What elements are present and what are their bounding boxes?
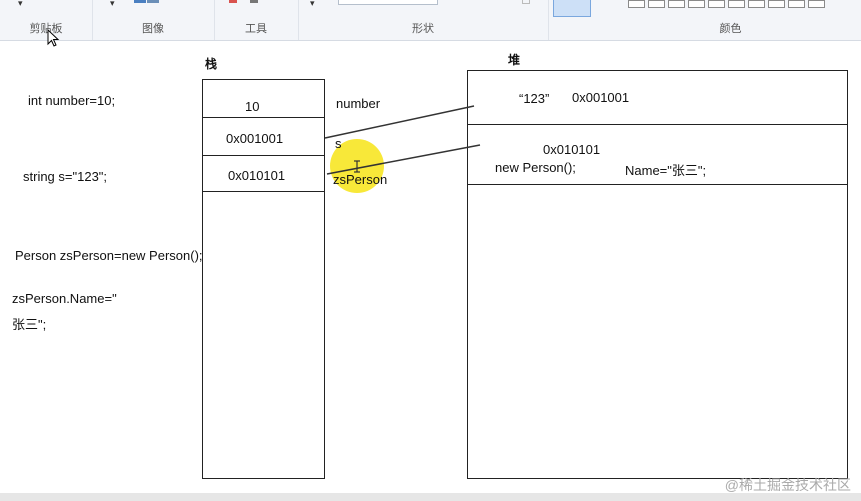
pointer-lines — [324, 105, 481, 175]
pointer-s-to-string — [324, 105, 475, 139]
watermark: @稀土掘金技术社区 — [724, 477, 851, 493]
mouse-pointer-icon — [47, 29, 60, 47]
pointer-zsperson-to-object — [326, 144, 481, 175]
